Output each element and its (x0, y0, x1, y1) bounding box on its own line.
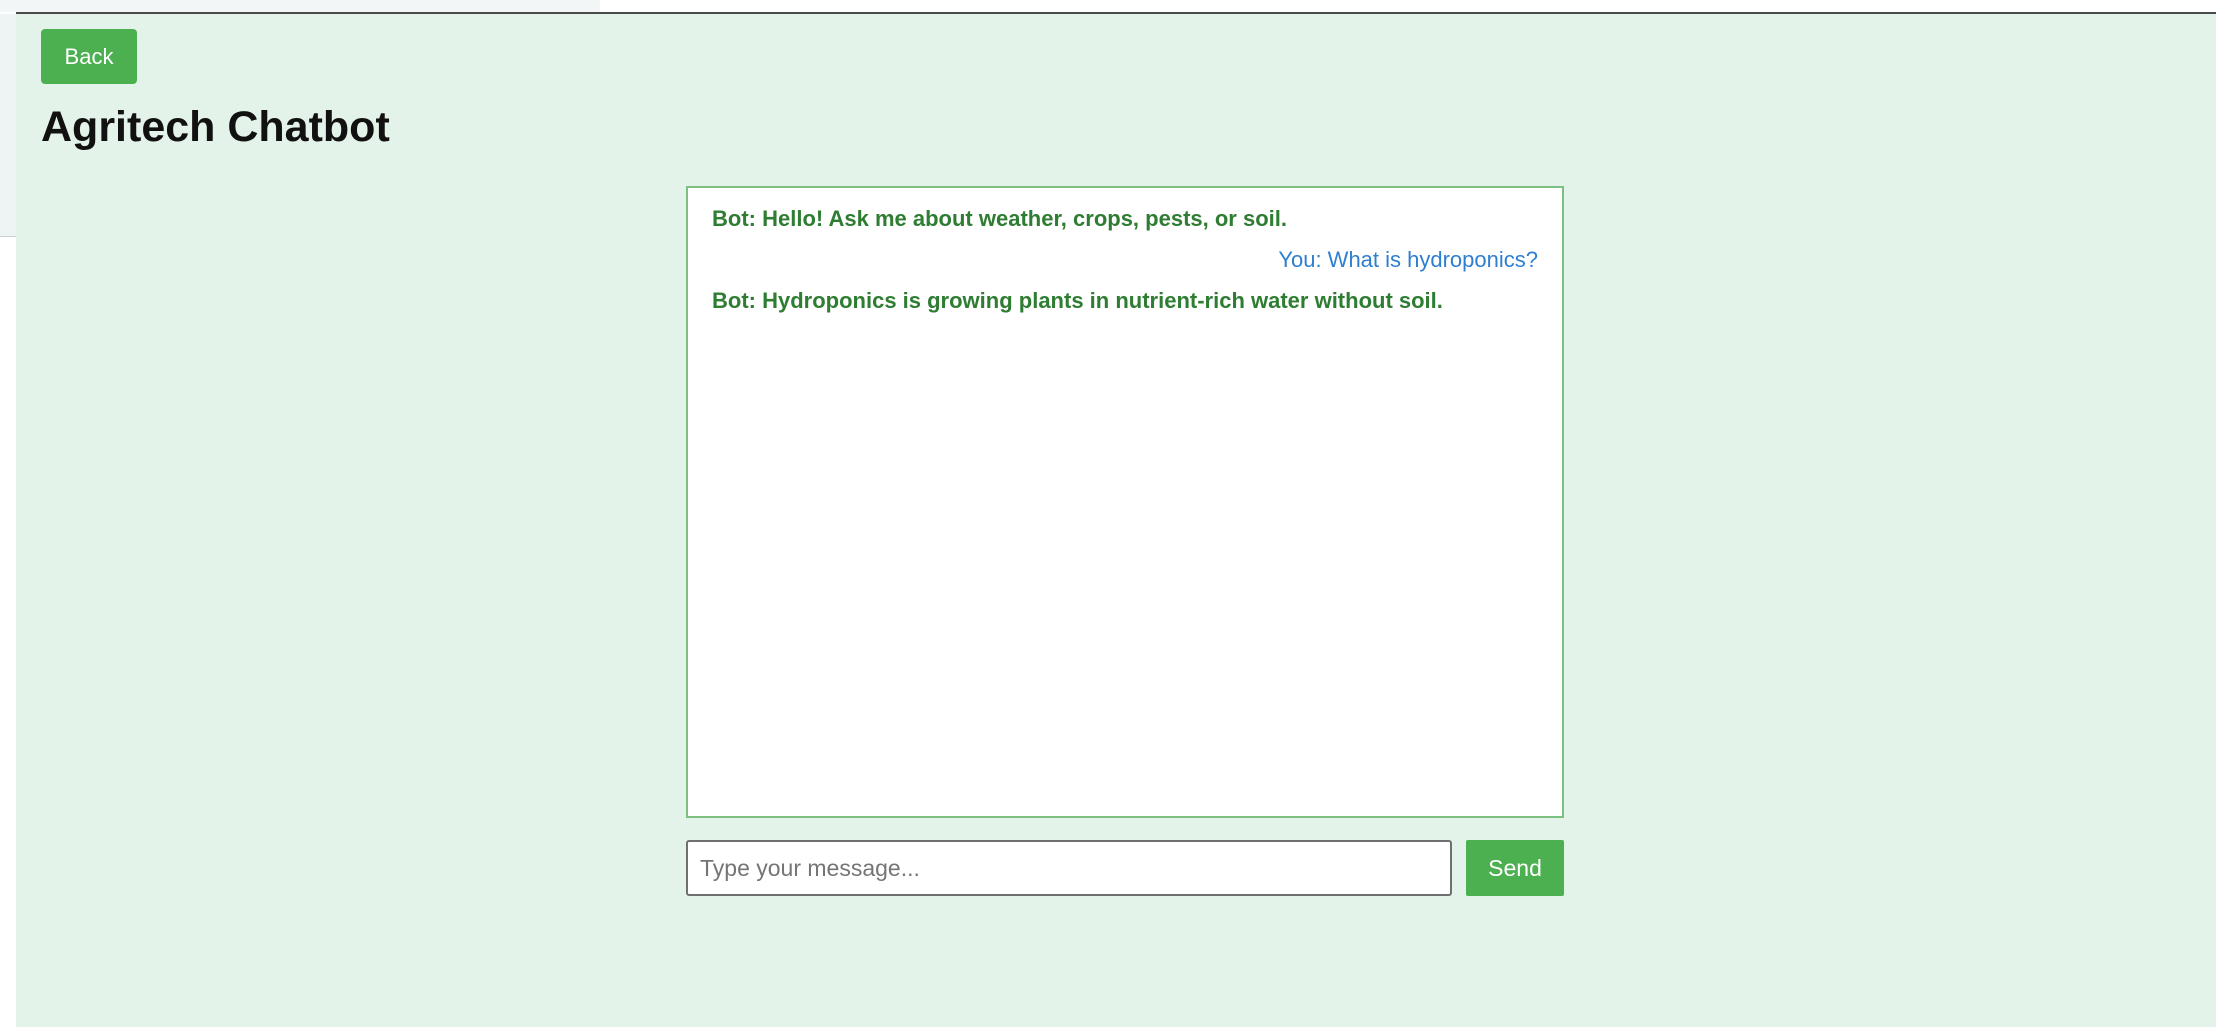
page-title: Agritech Chatbot (41, 103, 390, 151)
background-window-edge (0, 14, 16, 237)
chat-window[interactable]: Bot: Hello! Ask me about weather, crops,… (686, 186, 1564, 818)
chat-message-bot: Bot: Hello! Ask me about weather, crops,… (712, 206, 1287, 231)
background-window-strip (0, 0, 600, 12)
chat-message-bot: Bot: Hydroponics is growing plants in nu… (712, 288, 1443, 313)
chat-message-user: You: What is hydroponics? (1278, 247, 1538, 272)
send-button[interactable]: Send (1466, 840, 1564, 896)
back-button[interactable]: Back (41, 29, 137, 84)
message-input[interactable] (686, 840, 1452, 896)
